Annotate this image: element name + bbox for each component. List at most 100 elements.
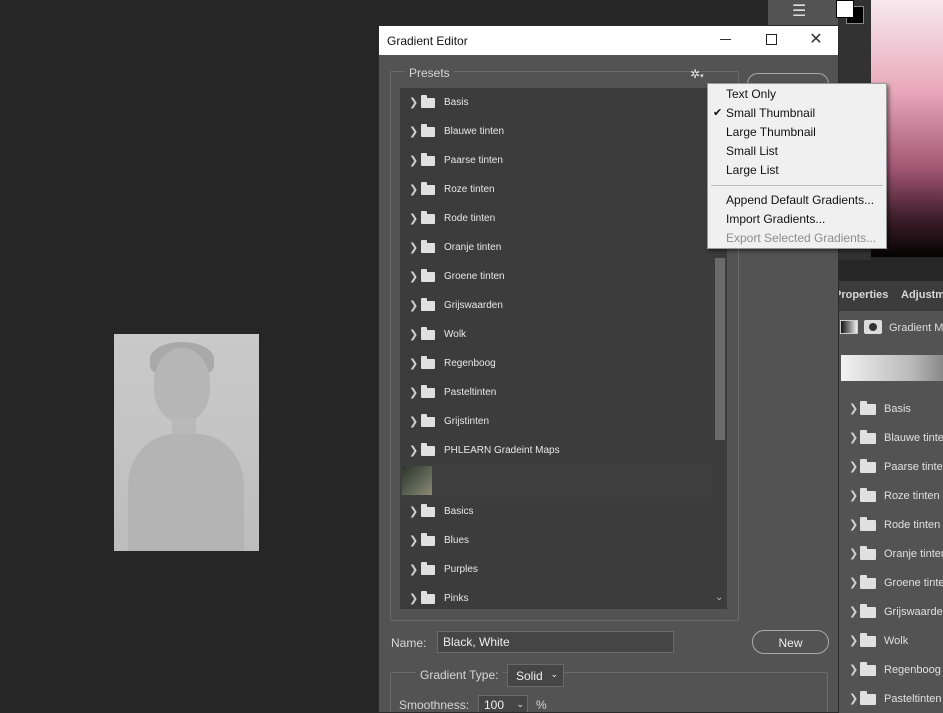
chevron-right-icon[interactable]: ❯	[849, 634, 858, 647]
folder-icon	[421, 385, 435, 398]
preset-folder-row[interactable]: ❯ Rode tinten	[838, 511, 943, 540]
menu-item-text-only[interactable]: Text Only	[726, 87, 776, 101]
gradient-type-select[interactable]: Solid ⌄	[507, 664, 564, 687]
preset-folder-row[interactable]: ❯ Blues	[400, 526, 727, 555]
preset-folder-row[interactable]: ❯ Regenboog	[838, 656, 943, 685]
preset-folder-row[interactable]: ❯ Purples	[400, 555, 727, 584]
chevron-right-icon[interactable]: ❯	[849, 605, 858, 618]
preset-folder-row[interactable]: ❯ Regenboog	[400, 349, 727, 378]
chevron-right-icon[interactable]: ❯	[849, 518, 858, 531]
preset-folder-row[interactable]: ❯ Basics	[400, 497, 727, 526]
chevron-right-icon[interactable]: ❯	[409, 592, 418, 605]
maximize-button[interactable]	[760, 30, 782, 50]
tab-properties[interactable]: Properties	[834, 289, 888, 301]
preset-folder-row[interactable]: ❯ Roze tinten	[838, 482, 943, 511]
close-button[interactable]: ✕	[805, 29, 827, 49]
chevron-right-icon[interactable]: ❯	[409, 154, 418, 167]
menu-item-large-thumbnail[interactable]: Large Thumbnail	[726, 125, 816, 139]
chevron-right-icon[interactable]: ❯	[849, 460, 858, 473]
name-field[interactable]: Black, White	[437, 631, 674, 653]
chevron-right-icon[interactable]: ❯	[409, 505, 418, 518]
gradient-preview-bar[interactable]	[841, 355, 943, 381]
chevron-right-icon[interactable]: ❯	[409, 212, 418, 225]
preset-folder-row[interactable]: ❯ PHLEARN Gradeint Maps	[400, 436, 727, 465]
scroll-down-icon[interactable]: ⌄	[715, 592, 723, 603]
folder-icon	[860, 546, 876, 560]
chevron-right-icon[interactable]: ❯	[409, 415, 418, 428]
preset-folder-row[interactable]: ❯ Grijswaarden	[838, 598, 943, 627]
preset-folder-row[interactable]: ❯ Groene tinten	[400, 262, 727, 291]
presets-list[interactable]: ❯ Basis ❯ Blauwe tinten ❯ Paarse tinten ❯ Roze …	[400, 88, 727, 609]
folder-icon	[860, 575, 876, 589]
preset-folder-label: Grijswaarden	[444, 300, 503, 311]
sliders-icon[interactable]: ☰	[792, 1, 816, 21]
preset-folder-row[interactable]: ❯ Basis	[400, 88, 727, 117]
chevron-right-icon[interactable]: ❯	[849, 576, 858, 589]
preset-folder-row[interactable]: ❯ Blauwe tinten	[838, 424, 943, 453]
chevron-right-icon[interactable]: ❯	[849, 663, 858, 676]
scroll-thumb[interactable]	[715, 258, 725, 440]
preset-folder-row[interactable]: ❯ Pasteltinten	[838, 685, 943, 713]
chevron-right-icon[interactable]: ❯	[409, 299, 418, 312]
preset-folder-row[interactable]: ❯ Groene tinten	[838, 569, 943, 598]
minimize-button[interactable]	[714, 30, 736, 50]
menu-item-small-list[interactable]: Small List	[726, 144, 778, 158]
preset-folder-row[interactable]: ❯ Basis	[838, 395, 943, 424]
menu-item-small-thumbnail[interactable]: Small Thumbnail	[726, 106, 815, 120]
chevron-right-icon[interactable]: ❯	[409, 534, 418, 547]
folder-icon	[860, 459, 876, 473]
folder-icon	[421, 211, 435, 224]
chevron-right-icon[interactable]: ❯	[409, 125, 418, 138]
tab-adjustments[interactable]: Adjustm	[901, 289, 943, 301]
presets-flyout-menu: ✔ Text Only Small Thumbnail Large Thumbn…	[707, 83, 887, 249]
mask-icon[interactable]	[864, 320, 882, 334]
preset-folder-row[interactable]: ❯ Grijstinten	[400, 407, 727, 436]
gradient-map-label: Gradient Ma	[889, 322, 943, 334]
new-button[interactable]: New	[752, 630, 829, 654]
preset-folder-row[interactable]: ❯ Wolk	[838, 627, 943, 656]
chevron-right-icon[interactable]: ❯	[409, 386, 418, 399]
preset-folder-row[interactable]: ❯ Oranje tinten	[400, 233, 727, 262]
smoothness-value: 100	[484, 698, 505, 712]
preset-folder-row[interactable]: ❯ Paarse tinten	[838, 453, 943, 482]
chevron-right-icon[interactable]: ❯	[409, 241, 418, 254]
preset-folder-label: Pinks	[444, 593, 469, 604]
preset-folder-row[interactable]: ❯ Wolk	[400, 320, 727, 349]
preset-folder-label: Purples	[444, 564, 478, 575]
preset-folder-label: Grijswaarden	[884, 606, 943, 618]
chevron-right-icon[interactable]: ❯	[849, 489, 858, 502]
chevron-right-icon[interactable]: ❯	[409, 328, 418, 341]
chevron-right-icon[interactable]: ❯	[409, 270, 418, 283]
preset-folder-row[interactable]: ❯ Grijswaarden	[400, 291, 727, 320]
preset-folder-row[interactable]: ❯ Paarse tinten	[400, 146, 727, 175]
chevron-right-icon[interactable]: ❯	[409, 444, 418, 457]
gear-icon[interactable]: ✲▾	[690, 67, 704, 81]
menu-item-import[interactable]: Import Gradients...	[726, 212, 825, 226]
chevron-right-icon[interactable]: ❯	[849, 692, 858, 705]
menu-item-large-list[interactable]: Large List	[726, 163, 779, 177]
preset-folder-row[interactable]: ❯ Pinks	[400, 584, 727, 609]
preset-folder-row[interactable]: ❯ Rode tinten	[400, 204, 727, 233]
preset-folder-label: Oranje tinten	[444, 242, 502, 253]
chevron-right-icon[interactable]: ❯	[849, 402, 858, 415]
menu-item-append-default[interactable]: Append Default Gradients...	[726, 193, 874, 207]
chevron-right-icon[interactable]: ❯	[409, 357, 418, 370]
folder-icon	[860, 662, 876, 676]
preset-folder-row[interactable]: ❯ Oranje tinten	[838, 540, 943, 569]
smoothness-field[interactable]: 100 ⌄	[478, 695, 528, 712]
chevron-right-icon[interactable]: ❯	[849, 431, 858, 444]
gradient-thumbnail[interactable]	[402, 466, 432, 495]
preset-folder-row[interactable]: ❯ Pasteltinten	[400, 378, 727, 407]
foreground-color-swatch[interactable]	[836, 0, 854, 18]
chevron-right-icon[interactable]: ❯	[409, 563, 418, 576]
preset-folder-label: Roze tinten	[444, 184, 495, 195]
preset-folder-row[interactable]: ❯ Blauwe tinten	[400, 117, 727, 146]
gradient-thumbnail-row[interactable]	[400, 465, 727, 497]
preset-folder-row[interactable]: ❯ Roze tinten	[400, 175, 727, 204]
chevron-right-icon[interactable]: ❯	[849, 547, 858, 560]
chevron-right-icon[interactable]: ❯	[409, 96, 418, 109]
preset-folder-label: Blauwe tinten	[444, 126, 505, 137]
chevron-right-icon[interactable]: ❯	[409, 183, 418, 196]
folder-icon	[860, 517, 876, 531]
folder-icon	[421, 124, 435, 137]
